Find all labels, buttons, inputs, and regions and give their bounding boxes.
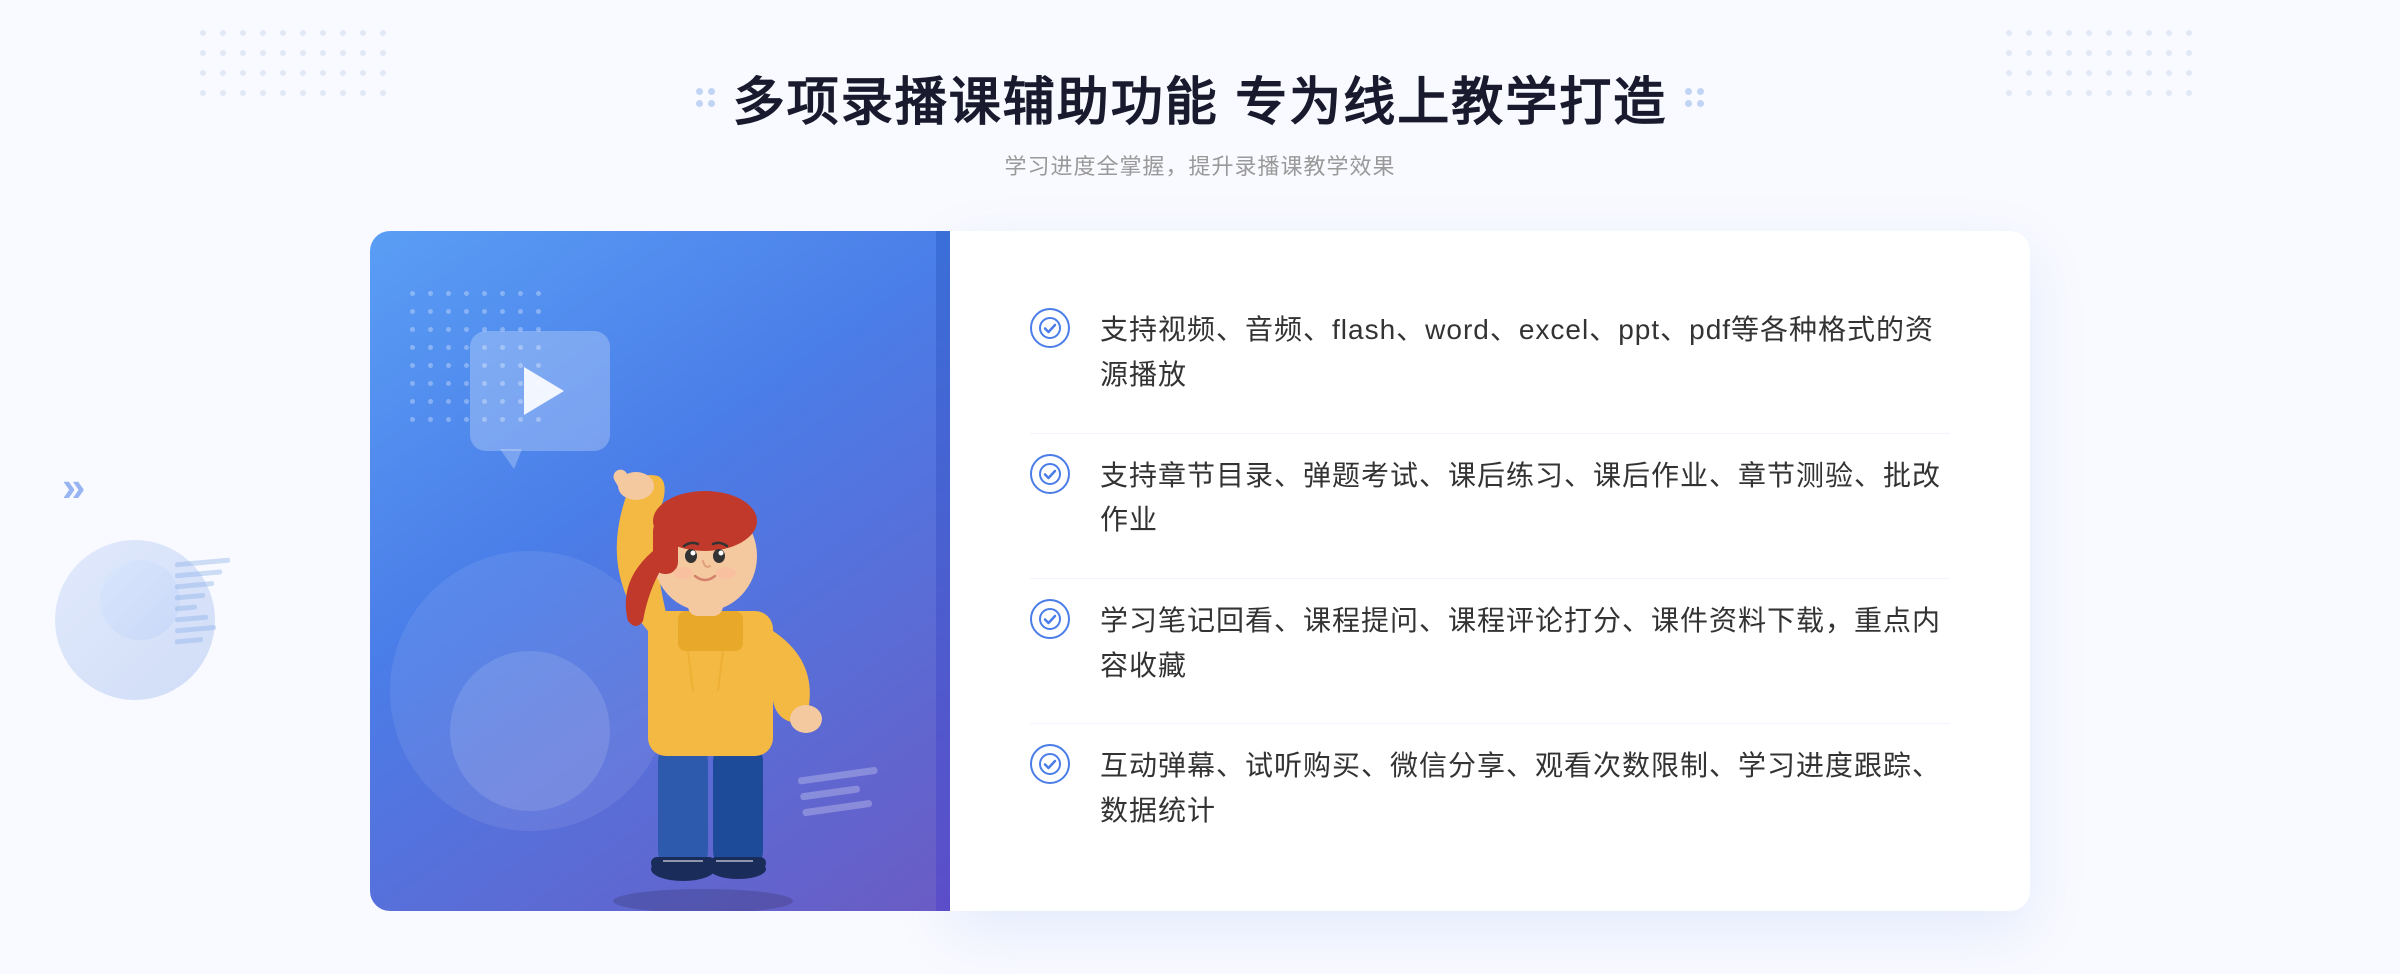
character-illustration xyxy=(548,391,868,911)
accent-bar xyxy=(936,231,950,911)
dots-decoration-top-left: // Will be rendered via inline approach … xyxy=(200,30,394,104)
feature-text-2: 支持章节目录、弹题考试、课后练习、课后作业、章节测验、批改作业 xyxy=(1100,454,1950,544)
check-icon-4 xyxy=(1030,744,1070,784)
features-card: 支持视频、音频、flash、word、excel、ppt、pdf等各种格式的资源… xyxy=(950,231,2030,911)
illustration-card xyxy=(370,231,950,911)
feature-item-4: 互动弹幕、试听购买、微信分享、观看次数限制、学习进度跟踪、数据统计 xyxy=(1030,723,1950,854)
feature-item-3: 学习笔记回看、课程提问、课程评论打分、课件资料下载，重点内容收藏 xyxy=(1030,578,1950,709)
title-dots-left xyxy=(696,88,715,107)
feature-text-4: 互动弹幕、试听购买、微信分享、观看次数限制、学习进度跟踪、数据统计 xyxy=(1100,744,1950,834)
subtitle: 学习进度全掌握，提升录播课教学效果 xyxy=(1004,149,1395,181)
chevron-left-decoration: » xyxy=(62,463,77,511)
title-row: 多项录播课辅助功能 专为线上教学打造 xyxy=(696,60,1704,135)
check-icon-3 xyxy=(1030,599,1070,639)
check-icon-2 xyxy=(1030,454,1070,494)
feature-item-1: 支持视频、音频、flash、word、excel、ppt、pdf等各种格式的资源… xyxy=(1030,288,1950,418)
dots-decoration-top-right xyxy=(2006,30,2200,104)
bg-circle-small xyxy=(100,560,180,640)
feature-text-1: 支持视频、音频、flash、word、excel、ppt、pdf等各种格式的资源… xyxy=(1100,308,1950,398)
feature-text-3: 学习笔记回看、课程提问、课程评论打分、课件资料下载，重点内容收藏 xyxy=(1100,599,1950,689)
title-dots-right xyxy=(1685,88,1704,107)
header-section: 多项录播课辅助功能 专为线上教学打造 学习进度全掌握，提升录播课教学效果 xyxy=(696,60,1704,181)
stripe-decoration xyxy=(175,558,230,645)
check-icon-1 xyxy=(1030,308,1070,348)
main-title: 多项录播课辅助功能 专为线上教学打造 xyxy=(733,60,1667,135)
page-container: // Will be rendered via inline approach … xyxy=(0,0,2400,974)
feature-item-2: 支持章节目录、弹题考试、课后练习、课后作业、章节测验、批改作业 xyxy=(1030,433,1950,564)
content-area: 支持视频、音频、flash、word、excel、ppt、pdf等各种格式的资源… xyxy=(370,231,2030,911)
